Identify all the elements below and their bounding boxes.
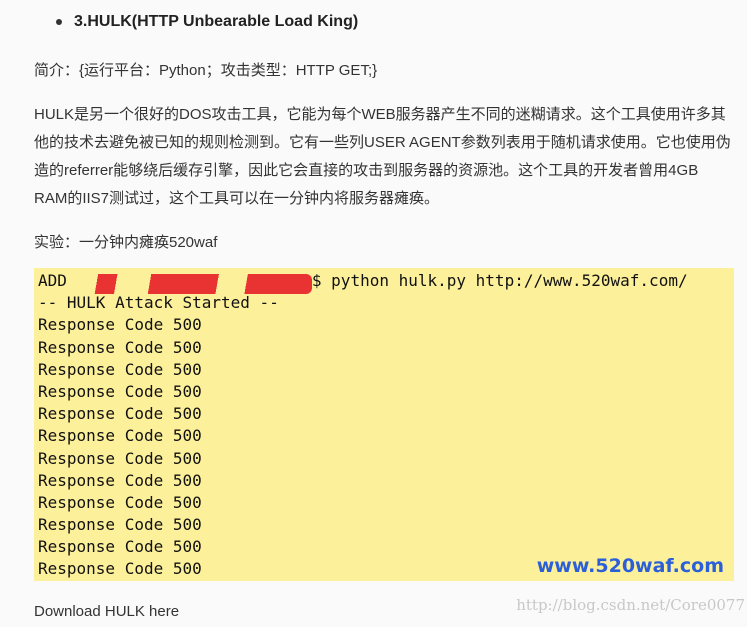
- terminal-line: Response Code 500: [38, 515, 202, 535]
- terminal-line: Response Code 500: [38, 404, 202, 424]
- terminal-line: Response Code 500: [38, 337, 202, 357]
- csdn-watermark: http://blog.csdn.net/Core0077: [516, 596, 745, 614]
- section-heading: 3.HULK(HTTP Unbearable Load King): [74, 13, 359, 30]
- download-hulk-link[interactable]: Download HULK here: [34, 603, 179, 620]
- terminal-line: -- HULK Attack Started --: [38, 293, 279, 313]
- article-page: 3.HULK(HTTP Unbearable Load King) 简介：{运行…: [0, 0, 747, 627]
- terminal-line: Response Code 500: [38, 359, 202, 379]
- prompt-text: ADD: [38, 271, 67, 290]
- terminal-line: Response Code 500: [38, 315, 202, 335]
- terminal-lines: ADD $ python hulk.py http://www.520waf.co…: [38, 270, 688, 581]
- bullet-icon: [56, 19, 62, 25]
- command-text: $ python hulk.py http://www.520waf.com/: [311, 271, 688, 290]
- terminal-command-line: ADD $ python hulk.py http://www.520waf.co…: [38, 270, 688, 294]
- terminal-screenshot: ADD $ python hulk.py http://www.520waf.co…: [34, 268, 734, 581]
- body-paragraph: HULK是另一个很好的DOS攻击工具，它能为每个WEB服务器产生不同的迷糊请求。…: [34, 106, 731, 207]
- redaction-scribble: [74, 274, 312, 294]
- intro-paragraph: 简介：{运行平台：Python；攻击类型：HTTP GET;}: [34, 62, 378, 79]
- terminal-line: Response Code 500: [38, 492, 202, 512]
- experiment-paragraph: 实验：一分钟内瘫痪520waf: [34, 234, 218, 251]
- terminal-line: Response Code 500: [38, 470, 202, 490]
- terminal-watermark: www.520waf.com: [536, 555, 724, 577]
- terminal-line: Response Code 500: [38, 448, 202, 468]
- terminal-line: Response Code 500: [38, 381, 202, 401]
- terminal-line: Response Code 500: [38, 426, 202, 446]
- section-heading-row: 3.HULK(HTTP Unbearable Load King): [56, 13, 358, 31]
